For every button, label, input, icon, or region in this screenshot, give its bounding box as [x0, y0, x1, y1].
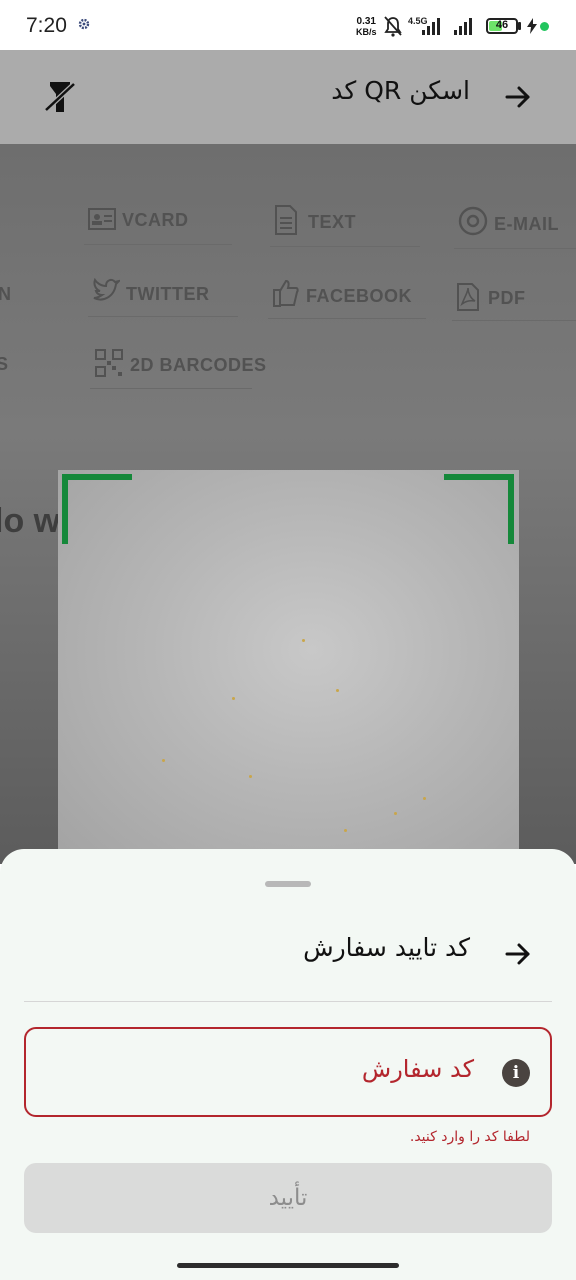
- paper-rule: [268, 318, 426, 319]
- focus-dot: [394, 812, 397, 815]
- status-time: 7:20: [26, 14, 67, 37]
- page-title: اسکن QR کد: [331, 76, 470, 105]
- focus-dot: [302, 639, 305, 642]
- twitter-icon: [93, 278, 120, 301]
- status-icons: 4.5G: [384, 16, 472, 37]
- status-bar: 7:20 0.31 KB/s 4.5G 46: [0, 0, 576, 50]
- text-icon: [275, 205, 297, 235]
- confirm-button[interactable]: تأیید: [24, 1163, 552, 1233]
- back-arrow-icon[interactable]: [504, 940, 532, 968]
- flash-off-icon[interactable]: [44, 80, 76, 114]
- barcode-icon: [95, 349, 123, 377]
- scanner-corner-top-left: [62, 474, 132, 544]
- error-message: لطفا کد را وارد کنید.: [409, 1129, 530, 1145]
- bottom-sheet: کد تایید سفارش کد سفارش i لطفا کد را وار…: [0, 849, 576, 1257]
- camera-preview: VCARD TEXT E-MAIL N TWITTER FACEBOOK PDF…: [0, 144, 576, 864]
- focus-dot: [423, 797, 426, 800]
- battery-icon: 46: [486, 18, 518, 34]
- net-speed-value: 0.31: [356, 16, 376, 27]
- divider: [24, 1001, 552, 1002]
- paper-rule: [270, 246, 420, 247]
- paper-label-pdf: PDF: [488, 288, 526, 308]
- scanner-corner-top-right: [444, 474, 514, 544]
- paper-label-facebook: FACEBOOK: [306, 286, 413, 306]
- back-arrow-icon[interactable]: [504, 83, 532, 111]
- paper-label-email: E-MAIL: [494, 214, 559, 234]
- paper-label-text: TEXT: [308, 212, 357, 232]
- paper-rule: [454, 248, 576, 249]
- paper-rule: [88, 316, 238, 317]
- gesture-nav-handle[interactable]: [177, 1263, 399, 1268]
- pdf-icon: [457, 283, 479, 311]
- paper-rule: [84, 244, 232, 245]
- facebook-like-icon: [273, 279, 299, 307]
- paper-label-partial-2: S: [0, 354, 9, 374]
- focus-dot: [232, 697, 235, 700]
- sheet-drag-handle[interactable]: [265, 881, 311, 887]
- paper-label-2d-barcodes: 2D BARCODES: [130, 355, 267, 375]
- battery-level: 46: [495, 19, 509, 31]
- paper-label-partial: N: [0, 284, 12, 304]
- signal-icon-2: [454, 18, 472, 35]
- order-code-field[interactable]: کد سفارش i: [24, 1027, 552, 1117]
- paper-rule: [452, 320, 576, 321]
- net-speed-unit: KB/s: [356, 27, 377, 37]
- net-speed: 0.31 KB/s: [356, 16, 377, 38]
- email-at-icon: [458, 206, 488, 236]
- bell-muted-icon: [384, 16, 402, 37]
- focus-dot: [249, 775, 252, 778]
- battery-cap: [518, 22, 521, 30]
- settings-gear-icon: [78, 18, 90, 30]
- charging-icon: [527, 18, 537, 34]
- paper-rule: [90, 388, 252, 389]
- info-icon: i: [502, 1059, 530, 1087]
- network-type: 4.5G: [408, 16, 428, 26]
- paper-label-vcard: VCARD: [122, 210, 189, 230]
- focus-dot: [336, 689, 339, 692]
- order-code-label: کد سفارش: [361, 1055, 474, 1083]
- sheet-title: کد تایید سفارش: [303, 933, 470, 962]
- focus-dot: [344, 829, 347, 832]
- charging-dot: [540, 22, 549, 31]
- navigation-bar: [0, 1257, 576, 1280]
- focus-dot: [162, 759, 165, 762]
- vcard-icon: [88, 208, 116, 230]
- paper-label-twitter: TWITTER: [126, 284, 210, 304]
- app-bar: اسکن QR کد: [0, 50, 576, 144]
